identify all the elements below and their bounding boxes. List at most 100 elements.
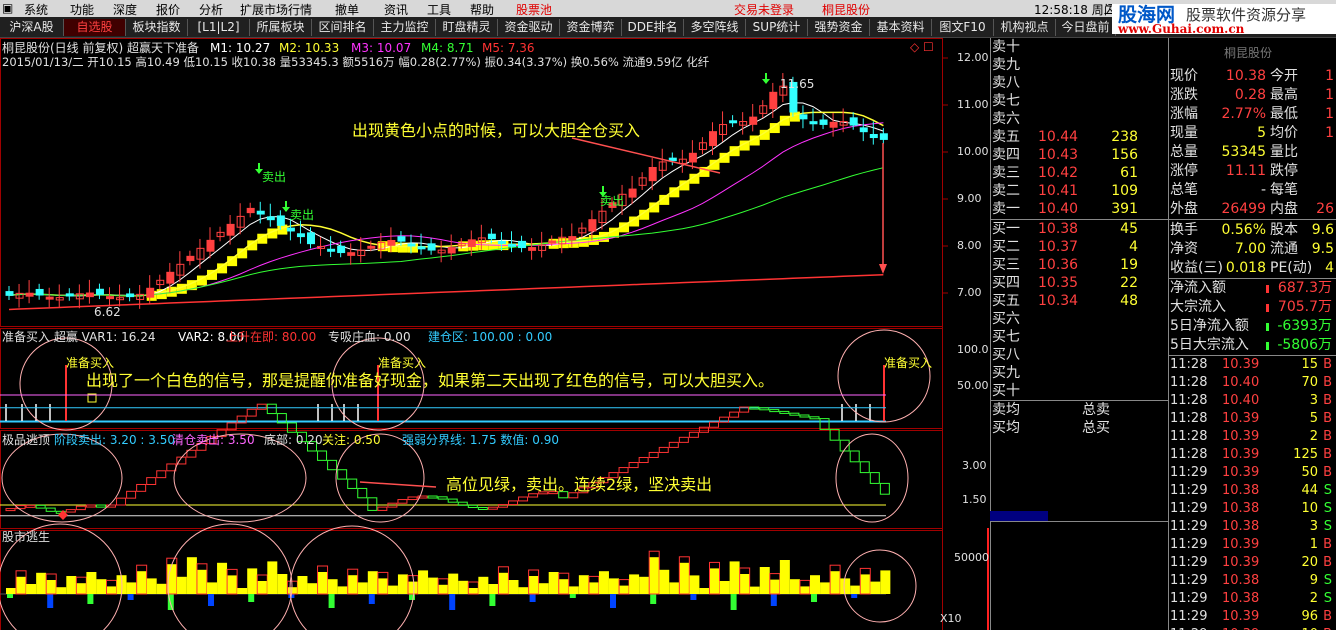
tab-strong-fund[interactable]: 强势资金	[808, 19, 870, 36]
menu-item-function[interactable]: 功能	[70, 1, 94, 18]
login-status[interactable]: 交易未登录	[734, 1, 794, 18]
menu-item-depth[interactable]: 深度	[113, 1, 137, 18]
tick-volume: 9	[1309, 573, 1318, 588]
escape-top-bar	[729, 411, 740, 418]
tab-f10[interactable]: 图文F10	[932, 19, 994, 36]
tab-institution-view[interactable]: 机构视点	[994, 19, 1056, 36]
quote-label-2: 均价	[1270, 125, 1298, 141]
quote-row: 现价 10.38 今开 1	[1170, 67, 1336, 86]
tick-price: 10.38	[1222, 483, 1260, 498]
volume-bar-negative	[529, 594, 536, 602]
order-book-buy-row: 买三 10.36 19	[992, 256, 1168, 274]
flow-label: 5日大宗流入	[1170, 337, 1249, 353]
tab-fundamentals[interactable]: 基本资料	[870, 19, 932, 36]
menu-item-news[interactable]: 资讯	[384, 1, 408, 18]
escape-top-bar	[65, 509, 76, 513]
menu-item-system[interactable]: 系统	[24, 1, 48, 18]
menu-item-analysis[interactable]: 分析	[199, 1, 223, 18]
stock-pool-link[interactable]: 股票池	[516, 1, 552, 18]
menu-item-cancel-order[interactable]: 撤单	[335, 1, 359, 18]
volume-bar	[186, 557, 197, 594]
tab-own-sector[interactable]: 所属板块	[250, 19, 312, 36]
tab-range-rank[interactable]: 区间排名	[312, 19, 374, 36]
tick-row: 11:28 10.40 70 B	[1170, 374, 1336, 392]
tab-watchlist[interactable]: 自选股	[64, 19, 126, 36]
low-price-label: 6.62	[94, 305, 121, 319]
quote-label: 现价	[1170, 68, 1198, 84]
tick-volume: 15	[1301, 357, 1318, 372]
tab-dde-rank[interactable]: DDE排名	[622, 19, 684, 36]
quote-row: 总量 53345 量比	[1170, 143, 1336, 162]
sell-level-label: 卖四	[992, 147, 1020, 163]
panel3-header-item: 底部: 0.20	[264, 433, 323, 447]
flow-bar	[1266, 342, 1269, 350]
volume-bar	[397, 574, 408, 594]
buy-level-volume: 19	[1120, 257, 1138, 273]
tick-direction: B	[1323, 555, 1332, 570]
volume-bar	[367, 571, 378, 594]
volume-bar-negative	[650, 594, 657, 604]
quote-value: 53345	[1221, 144, 1266, 160]
tick-time: 11:29	[1170, 609, 1208, 624]
quote-label-2: 最低	[1270, 106, 1298, 122]
panel4-title: 股市逃生	[2, 530, 51, 544]
candle-body	[407, 243, 416, 247]
tab-bull-bear[interactable]: 多空阵线	[684, 19, 746, 36]
volume-bar	[759, 567, 770, 594]
menu-item-tools[interactable]: 工具	[427, 1, 451, 18]
tab-main-monitor[interactable]: 主力监控	[374, 19, 436, 36]
escape-top-bar	[447, 498, 458, 503]
panel3-ytick: 1.50	[962, 493, 987, 506]
menu-item-ext-market[interactable]: 扩展市场行情	[240, 1, 312, 18]
escape-top-bar	[879, 482, 890, 495]
tab-watch-genie[interactable]: 盯盘精灵	[436, 19, 498, 36]
volume-bar	[408, 581, 418, 594]
volume-bar	[237, 588, 248, 594]
tab-fund-game[interactable]: 资金博弈	[560, 19, 622, 36]
tab-sector-index[interactable]: 板块指数	[126, 19, 188, 36]
escape-top-bar	[709, 421, 719, 428]
volume-bar	[478, 576, 489, 594]
buy-level-label: 买三	[992, 257, 1020, 273]
tab-hushen-a[interactable]: 沪深A股	[0, 19, 64, 36]
quote-value-2: 4	[1325, 260, 1334, 276]
candle-body	[256, 210, 265, 215]
tab-sup-stats[interactable]: SUP统计	[746, 19, 808, 36]
volume-bar	[498, 572, 509, 594]
tick-price: 10.39	[1222, 429, 1260, 444]
quote-label-2: 流通	[1270, 241, 1298, 257]
tick-row: 11:29 10.38 44 S	[1170, 482, 1336, 500]
candle-body	[819, 119, 828, 125]
volume-bar	[689, 575, 700, 594]
panel3-header-item: 强弱分界线: 1.75 数值: 0.90	[402, 433, 559, 447]
quote-value: 2.77%	[1221, 106, 1266, 122]
menu-item-help[interactable]: 帮助	[470, 1, 494, 18]
candle-body	[879, 133, 888, 140]
candle-body-fill	[247, 208, 255, 213]
tab-l1-l2[interactable]: [L1|L2]	[188, 19, 250, 36]
tab-fund-drive[interactable]: 资金驱动	[498, 19, 560, 36]
volume-bar	[146, 578, 157, 594]
tick-price: 10.40	[1222, 393, 1260, 408]
sell-level-price: 10.43	[1038, 147, 1079, 163]
escape-top-bar	[467, 504, 478, 508]
volume-bar	[297, 576, 308, 594]
order-book-buy-row: 买四 10.35 22	[992, 274, 1168, 292]
menu-item-quote[interactable]: 报价	[156, 1, 180, 18]
volume-bar	[548, 572, 559, 594]
tick-row: 11:28 10.39 15 B	[1170, 356, 1336, 374]
app-icon[interactable]: ▣	[2, 1, 13, 15]
tick-row: 11:29 10.38 9 S	[1170, 572, 1336, 590]
quote-value-2: 1	[1325, 125, 1334, 141]
tick-row: 11:29 10.39 96 B	[1170, 608, 1336, 626]
escape-top-bar	[497, 504, 508, 508]
quote-value-2: 9.5	[1311, 241, 1334, 257]
escape-top-bar	[367, 497, 378, 511]
tick-row: 11:28 10.39 2 B	[1170, 428, 1336, 446]
volume-bar	[749, 586, 760, 594]
tick-time: 11:28	[1170, 429, 1208, 444]
escape-top-bar	[45, 507, 56, 512]
quote-divider	[1168, 219, 1336, 220]
chart-window-buttons[interactable]: ◇ ☐	[910, 40, 934, 54]
tab-premarket[interactable]: 今日盘前	[1056, 19, 1116, 36]
